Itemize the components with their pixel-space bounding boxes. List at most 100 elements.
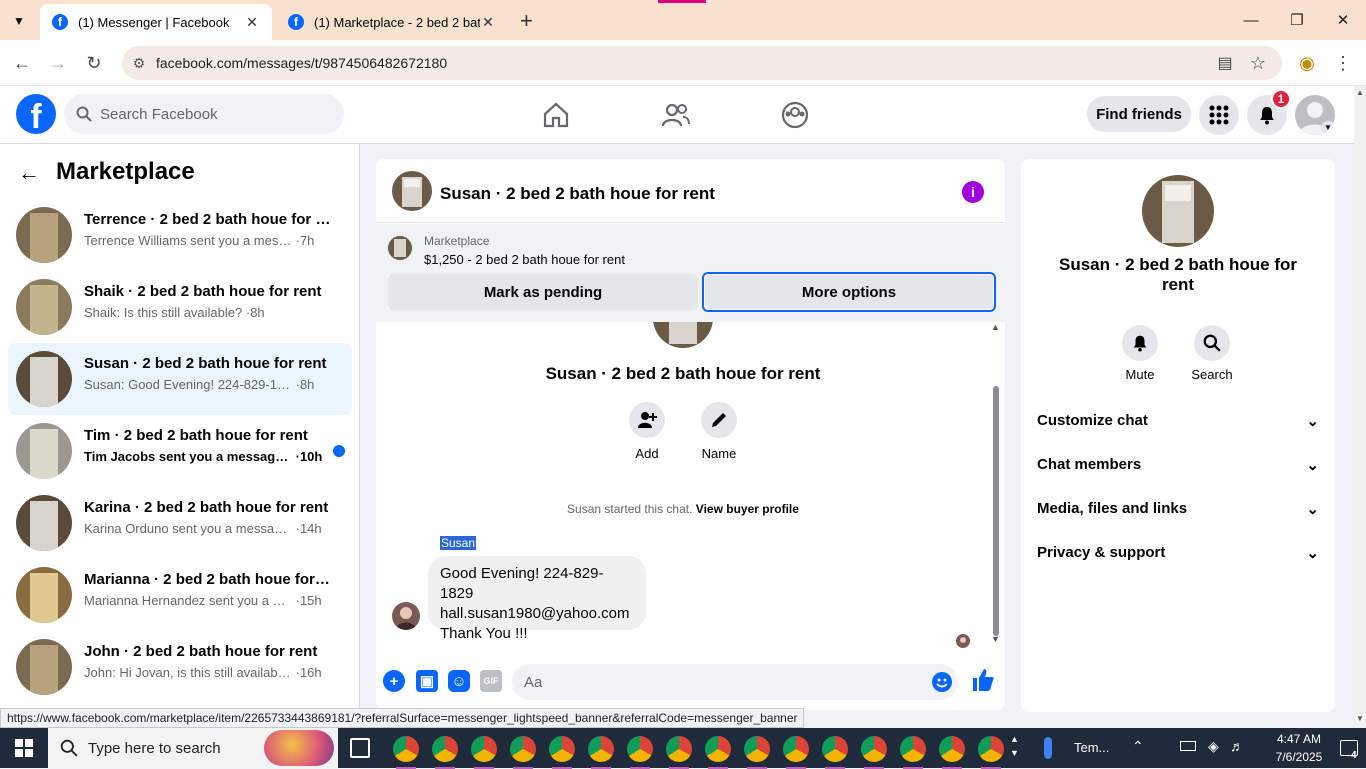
groups-icon[interactable] [780,100,810,130]
reload-icon[interactable]: ↻ [81,50,107,76]
chrome-app-icon[interactable] [471,736,497,769]
chrome-app-icon[interactable] [432,736,458,769]
home-icon[interactable] [541,100,571,130]
chrome-app-icon[interactable] [666,736,692,769]
battery-icon[interactable] [1180,741,1196,751]
forward-icon[interactable]: → [45,50,71,76]
close-tab-icon[interactable]: ✕ [244,14,260,31]
new-tab-icon[interactable]: + [520,8,533,34]
scroll-down-icon[interactable]: ▼ [991,634,1000,644]
chrome-app-icon[interactable] [393,736,419,769]
message-bubble[interactable]: Good Evening! 224-829-1829 hall.susan198… [428,556,646,642]
search-input[interactable]: Search Facebook [64,94,344,134]
find-friends-button[interactable]: Find friends [1087,96,1191,132]
clock-time[interactable]: 4:47 AM [1272,732,1326,746]
install-app-icon[interactable]: ▤ [1212,50,1238,76]
conversation-title: Shaik · 2 bed 2 bath houe for rent [84,283,322,300]
more-options-button[interactable]: More options [702,272,996,312]
conversation-preview-line: John: Hi Jovan, is this still available?… [84,665,344,680]
privacy-support-section[interactable]: Privacy & support ⌄ [1037,544,1319,562]
conversation-time: ·8h [295,377,315,392]
page-scrollbar[interactable]: ▲ ▼ [1354,86,1366,728]
chrome-app-icon[interactable] [549,736,575,769]
volume-icon[interactable]: ♬ [1230,738,1244,754]
network-icon[interactable]: ◈ [1208,738,1219,755]
address-bar[interactable]: ⚙ facebook.com/messages/t/98745064826721… [122,46,1282,80]
chat-title[interactable]: Susan · 2 bed 2 bath houe for rent [440,184,715,204]
thumbs-up-icon[interactable] [972,668,994,692]
search-conversation-button[interactable]: Search [1182,325,1242,382]
bookmark-star-icon[interactable]: ☆ [1245,50,1271,76]
menu-dots-icon[interactable]: ⋮ [1330,50,1356,76]
emoji-icon[interactable] [932,672,952,692]
marketplace-banner[interactable]: Marketplace $1,250 - 2 bed 2 bath houe f… [376,224,1005,322]
mute-button[interactable]: Mute [1110,325,1170,382]
chrome-app-icon[interactable] [861,736,887,769]
view-buyer-profile-link[interactable]: View buyer profile [696,502,799,516]
sender-avatar[interactable] [392,602,420,630]
restore-icon[interactable]: ❐ [1274,0,1320,40]
chrome-app-icon[interactable] [705,736,731,769]
facebook-logo-icon[interactable]: f [16,94,56,134]
plus-icon[interactable]: + [383,670,405,692]
site-settings-icon[interactable]: ⚙ [122,55,156,72]
chrome-app-icon[interactable] [588,736,614,769]
info-icon[interactable]: i [962,181,984,203]
chat-avatar[interactable] [392,171,432,211]
tab-search-button[interactable]: ▼ [8,10,30,32]
chrome-app-icon[interactable] [510,736,536,769]
conversation-row[interactable]: Shaik · 2 bed 2 bath houe for rent Shaik:… [8,271,352,343]
scroll-up-icon[interactable]: ▲ [991,322,1000,332]
close-window-icon[interactable]: ✕ [1320,0,1366,40]
scroll-up-icon[interactable]: ▲ [1356,88,1364,97]
close-tab-icon[interactable]: ✕ [480,14,496,31]
chrome-app-icon[interactable] [900,736,926,769]
scroll-thumb[interactable] [993,386,999,636]
taskbar-search[interactable]: Type here to search [48,728,338,768]
info-avatar[interactable] [1142,175,1214,247]
task-view-icon[interactable] [350,738,370,758]
account-avatar[interactable]: ▼ [1295,95,1335,135]
start-button[interactable] [0,728,48,768]
media-files-links-section[interactable]: Media, files and links ⌄ [1037,500,1319,518]
friends-icon[interactable] [661,100,691,130]
scroll-down-icon[interactable]: ▼ [1356,714,1364,723]
chrome-app-icon[interactable] [978,736,1004,769]
chat-members-section[interactable]: Chat members ⌄ [1037,456,1319,474]
back-icon[interactable]: ← [9,50,35,76]
tab-messenger[interactable]: f (1) Messenger | Facebook ✕ [40,4,272,40]
chrome-app-icon[interactable] [783,736,809,769]
gif-icon[interactable]: GIF [480,670,502,692]
tab-marketplace[interactable]: f (1) Marketplace - 2 bed 2 bath h ✕ [276,4,508,40]
weather-text[interactable]: Tem... [1074,740,1109,755]
conversation-row[interactable]: Marianna · 2 bed 2 bath houe for r... Mar… [8,559,352,631]
mark-pending-button[interactable]: Mark as pending [388,274,698,310]
thread-scrollbar[interactable]: ▲ ▼ [990,322,1000,652]
menu-grid-button[interactable] [1199,95,1239,135]
conversation-row[interactable]: Tim · 2 bed 2 bath houe for rent Tim Jaco… [8,415,352,487]
add-button[interactable]: Add [612,402,682,461]
name-button[interactable]: Name [684,402,754,461]
clock-date[interactable]: 7/6/2025 [1270,750,1328,764]
chrome-app-icon[interactable] [744,736,770,769]
minimize-icon[interactable]: — [1228,0,1274,40]
message-input[interactable]: Aa [512,664,958,700]
message-thread[interactable]: Susan · 2 bed 2 bath houe for rent Add N… [376,322,1005,652]
conversation-row[interactable]: Terrence · 2 bed 2 bath houe for re... Te… [8,199,352,271]
chrome-app-icon[interactable] [822,736,848,769]
sticker-icon[interactable]: ☺ [448,670,470,692]
chrome-app-icon[interactable] [939,736,965,769]
customize-chat-section[interactable]: Customize chat ⌄ [1037,412,1319,430]
conversation-row[interactable]: John · 2 bed 2 bath houe for rent John: H… [8,631,352,703]
conversation-preview-line: Terrence Williams sent you a message... … [84,233,344,248]
photo-icon[interactable]: ▣ [416,670,438,692]
back-arrow-icon[interactable]: ← [18,160,40,186]
show-hidden-icons[interactable]: ⌃ [1132,738,1144,755]
chrome-app-icon[interactable] [627,736,653,769]
thermometer-icon[interactable] [1044,737,1052,759]
tray-expand-icon[interactable]: ▲ ▼ [1010,732,1019,760]
profile-icon[interactable]: ◉ [1294,50,1320,76]
sender-name: Susan [440,536,477,550]
conversation-row[interactable]: Karina · 2 bed 2 bath houe for rent Karin… [8,487,352,559]
conversation-row[interactable]: Susan · 2 bed 2 bath houe for rent Susan:… [8,343,352,415]
